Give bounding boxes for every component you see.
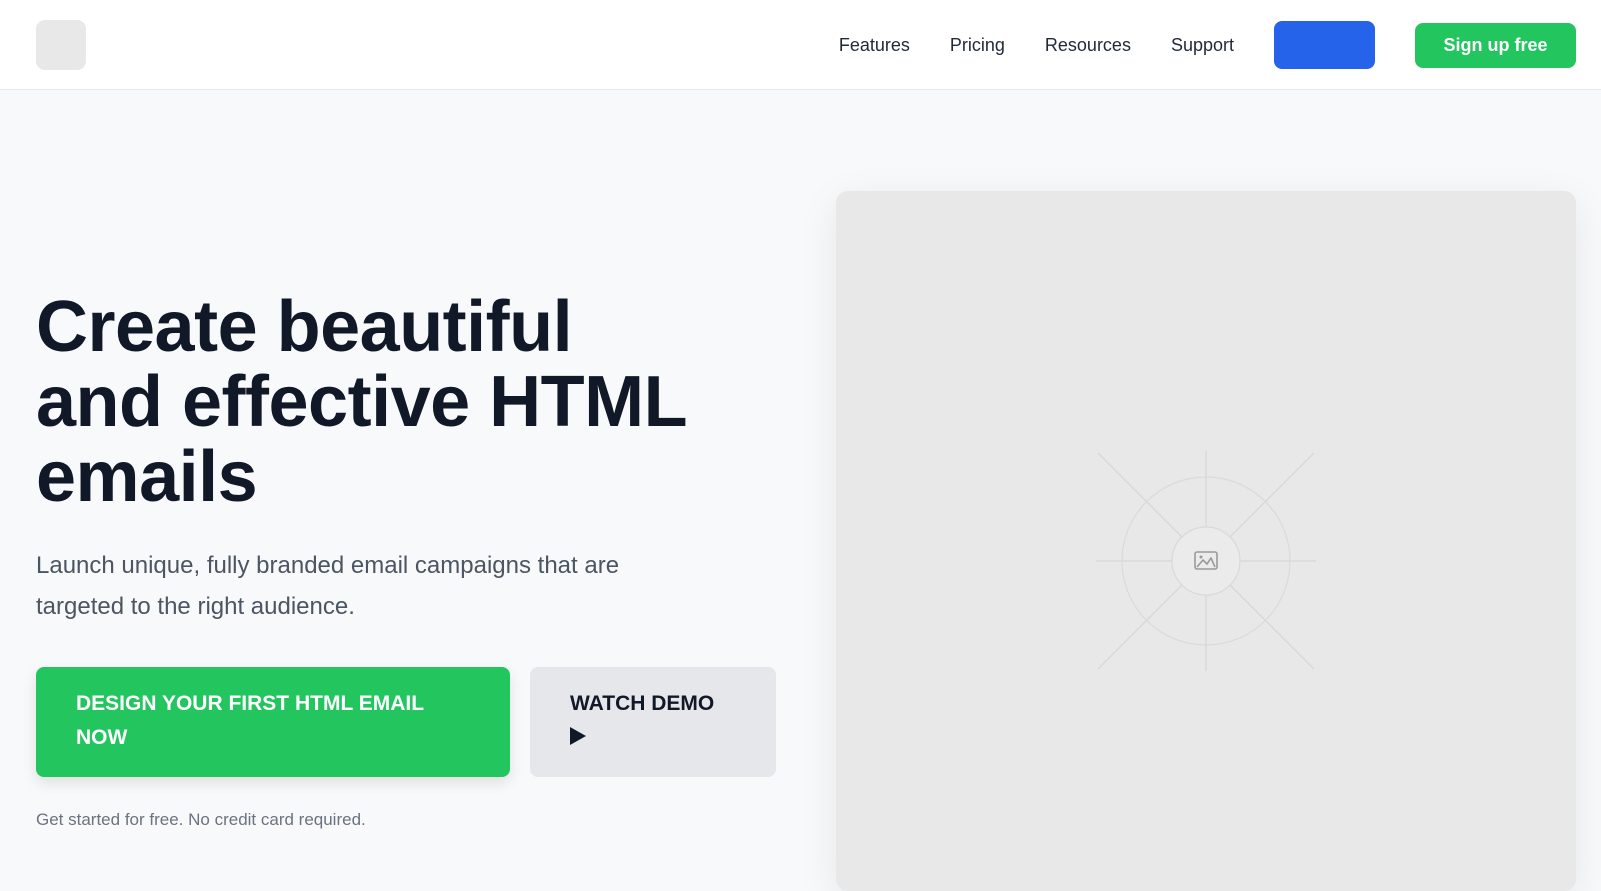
hero-subtitle-line: targeted to the right audience.: [36, 593, 355, 620]
watch-demo-button[interactable]: WATCH DEMO: [530, 667, 776, 777]
hero-image-placeholder: [836, 191, 1576, 891]
hero-subtitle-line: Launch unique, fully branded email campa…: [36, 552, 620, 579]
main-nav: Features Pricing Resources Support Sign …: [839, 0, 1601, 90]
hero-title-line: emails: [36, 437, 258, 517]
hero-title-line: and effective HTML: [36, 362, 688, 442]
image-placeholder-graphic: [1096, 451, 1316, 671]
nav-link-features[interactable]: Features: [839, 35, 910, 56]
design-email-button-label: NOW: [76, 726, 128, 749]
logo-placeholder[interactable]: [36, 20, 86, 70]
nav-link-resources[interactable]: Resources: [1045, 35, 1131, 56]
signup-button[interactable]: Sign up free: [1415, 22, 1576, 68]
hero-title-line: Create beautiful: [36, 287, 573, 367]
site-header: Features Pricing Resources Support Sign …: [0, 0, 1601, 90]
watch-demo-button-label: WATCH DEMO: [570, 692, 715, 715]
design-email-button-label: DESIGN YOUR FIRST HTML EMAIL: [76, 692, 425, 715]
design-email-button[interactable]: DESIGN YOUR FIRST HTML EMAIL NOW: [36, 667, 510, 777]
play-icon: [570, 727, 586, 746]
login-button[interactable]: [1274, 21, 1375, 69]
hero-subtitle: Launch unique, fully branded email campa…: [36, 545, 756, 627]
fine-print: Get started for free. No credit card req…: [36, 810, 366, 829]
hero-title: Create beautiful and effective HTML emai…: [36, 290, 796, 515]
nav-link-support[interactable]: Support: [1171, 35, 1234, 56]
nav-link-pricing[interactable]: Pricing: [950, 35, 1005, 56]
